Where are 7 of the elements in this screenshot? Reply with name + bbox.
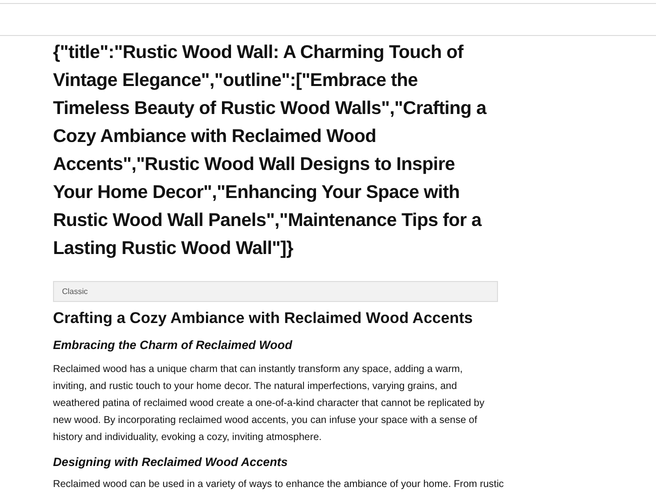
section-title: Crafting a Cozy Ambiance with Reclaimed Wood Accents bbox=[53, 309, 474, 329]
style-label: Classic bbox=[53, 281, 498, 302]
paragraph: Reclaimed wood has a unique charm that can instantly transform any space, adding a warm, inviting, and rustic touch to your home decor. The natural imperfections, varying grains, and weathered patina of reclaimed wood create a one-of-a-kind character that cannot be replicated by new wood. By incorporating reclaimed wood accents, you can infuse your space with a sense of history and individuality, evoking a cozy, inviting atmosphere. bbox=[53, 363, 486, 445]
page-title: {"title":"Rustic Wood Wall: A Charming Touch of Vintage Elegance","outline":["Embrace the Timeless Beauty of Rustic Wood Walls","Crafting a Cozy Ambiance with Reclaimed Wood Accents","Rustic Wood Wall Designs to Inspire Your Home Decor","Enhancing Your Space with Rustic Wood Wall Panels","Maintenance Tips for a Lasting Rustic Wood Wall"]} bbox=[53, 40, 488, 260]
subheading: Embracing the Charm of Reclaimed Wood bbox=[53, 337, 294, 354]
paragraph: Reclaimed wood can be used in a variety of ways to enhance the ambiance of your home. From rustic bbox=[53, 478, 504, 492]
subheading: Designing with Reclaimed Wood Accents bbox=[53, 454, 289, 471]
